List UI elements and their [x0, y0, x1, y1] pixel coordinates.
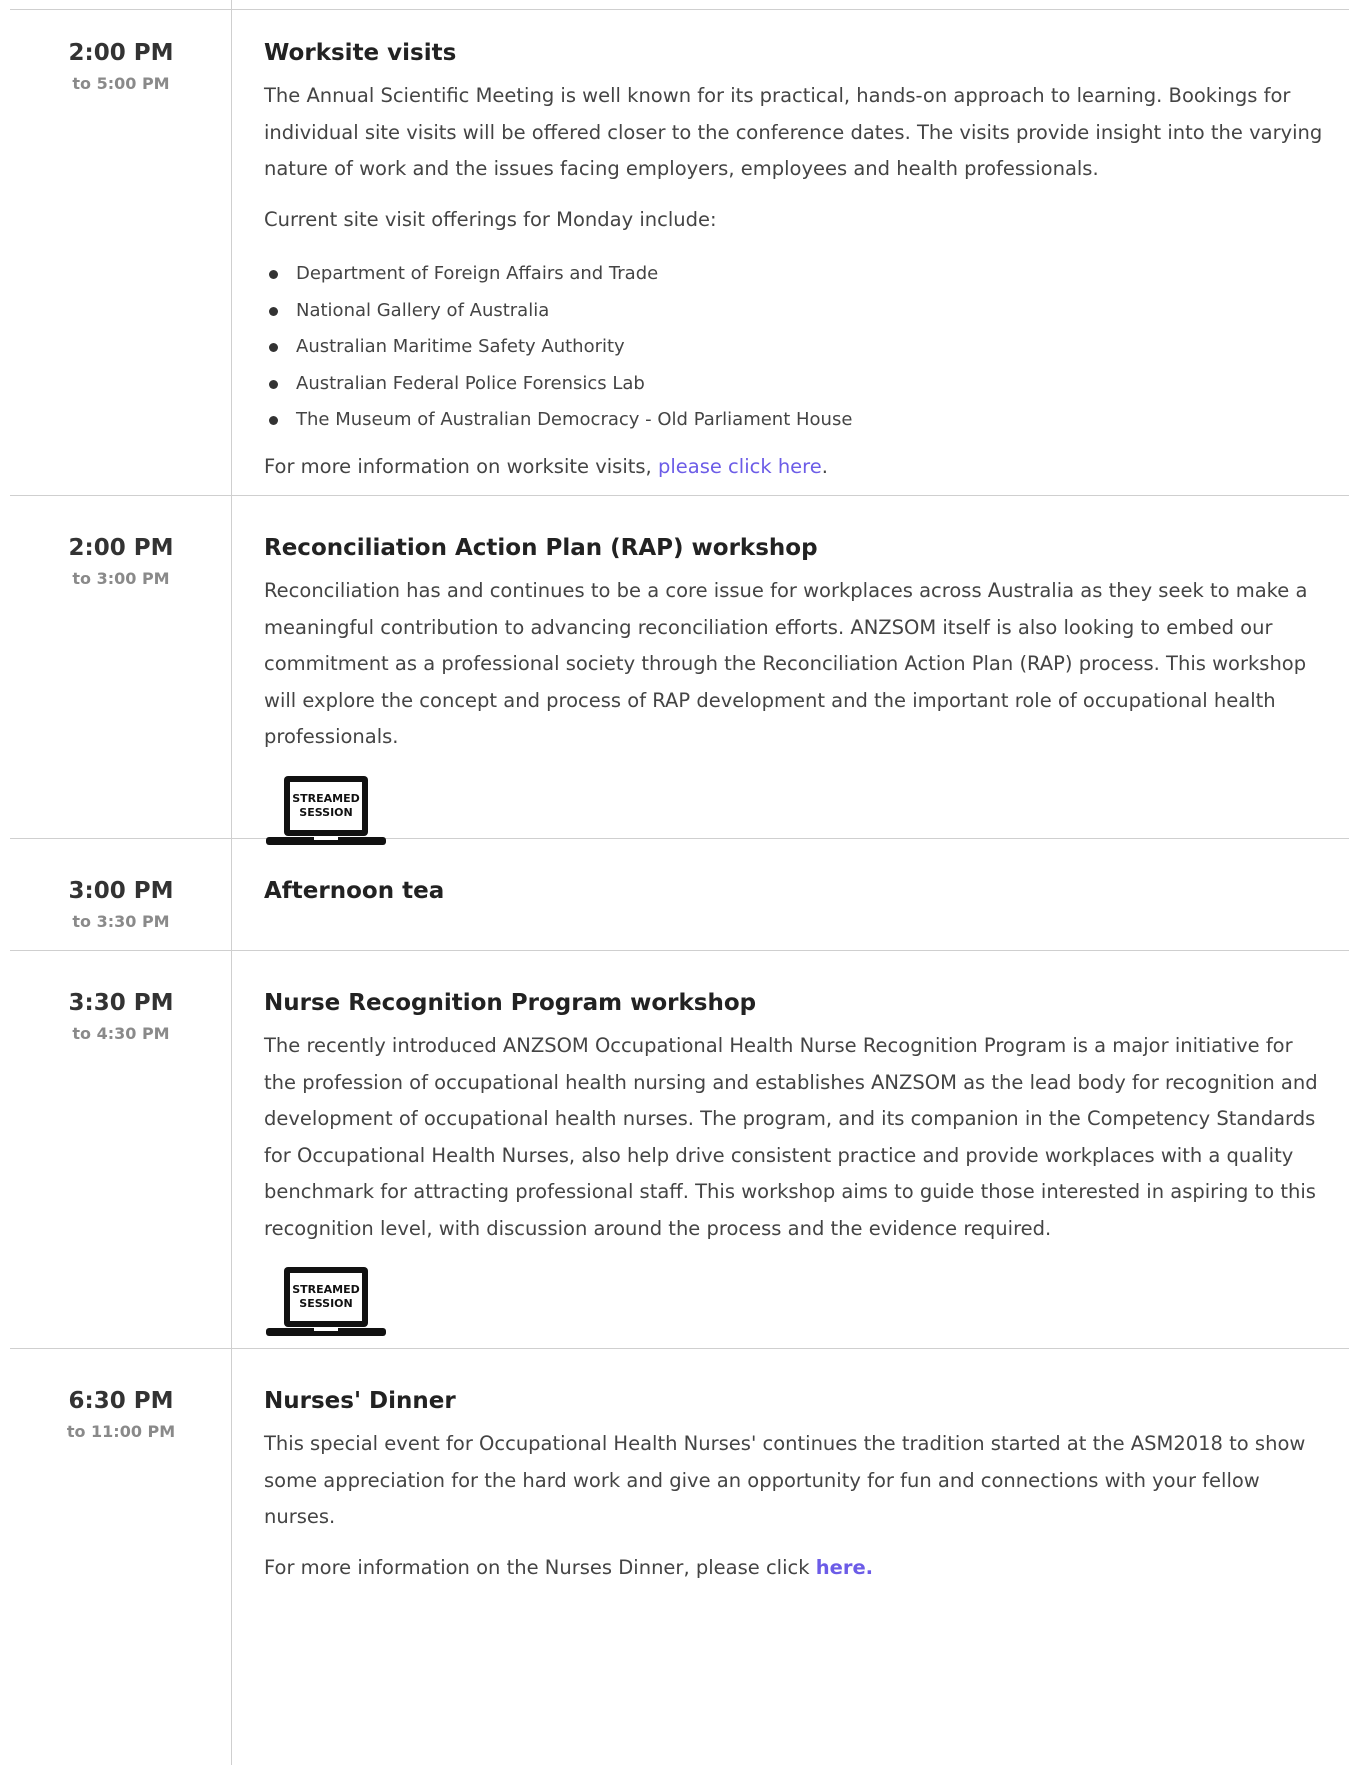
list-item: Australian Maritime Safety Authority	[269, 329, 1324, 366]
badge-line-2: SESSION	[299, 1297, 352, 1310]
session-start-time: 3:00 PM	[68, 878, 174, 904]
session-time: 6:30 PM to 11:00 PM	[10, 1386, 232, 1445]
session-end-time: to 11:00 PM	[66, 1422, 176, 1441]
more-info: For more information on the Nurses Dinne…	[264, 1550, 1324, 1587]
site-visit-list: Department of Foreign Affairs and Trade …	[264, 256, 1324, 439]
streamed-session-laptop-icon: STREAMED SESSION	[266, 1267, 386, 1336]
session-title: Worksite visits	[264, 40, 457, 66]
row-divider	[10, 1348, 1349, 1349]
session-title: Reconciliation Action Plan (RAP) worksho…	[264, 535, 818, 561]
session-start-time: 6:30 PM	[68, 1388, 174, 1414]
session-start-time: 3:30 PM	[68, 990, 174, 1016]
session-description: Reconciliation has and continues to be a…	[264, 579, 1308, 748]
streamed-session-laptop-icon: STREAMED SESSION	[266, 775, 386, 845]
session-title: Nurse Recognition Program workshop	[264, 990, 757, 1016]
badge-line-1: STREAMED	[292, 792, 360, 805]
row-divider	[10, 9, 1349, 10]
more-info-text: For more information on worksite visits,	[264, 454, 658, 478]
row-divider	[10, 495, 1349, 496]
session-content: Worksite visits The Annual Scientific Me…	[264, 38, 1324, 485]
session-time: 3:00 PM to 3:30 PM	[10, 876, 232, 935]
more-info-suffix: .	[821, 454, 828, 478]
offerings-intro: Current site visit offerings for Monday …	[264, 207, 717, 231]
session-description: The recently introduced ANZSOM Occupatio…	[264, 1034, 1318, 1240]
session-content: Nurses' Dinner This special event for Oc…	[264, 1386, 1324, 1586]
nurses-dinner-link[interactable]: here.	[816, 1556, 873, 1579]
list-item: National Gallery of Australia	[269, 293, 1324, 330]
session-start-time: 2:00 PM	[68, 535, 174, 561]
row-divider	[10, 950, 1349, 951]
schedule-table: 2:00 PM to 5:00 PM Worksite visits The A…	[10, 0, 1349, 1765]
list-item: The Museum of Australian Democracy - Old…	[269, 402, 1324, 439]
session-title: Nurses' Dinner	[264, 1388, 456, 1414]
session-time: 3:30 PM to 4:30 PM	[10, 988, 232, 1047]
list-item: Department of Foreign Affairs and Trade	[269, 256, 1324, 293]
worksite-visits-link[interactable]: please click here	[658, 455, 822, 478]
session-start-time: 2:00 PM	[68, 40, 174, 66]
list-item: Australian Federal Police Forensics Lab	[269, 366, 1324, 403]
session-content: Nurse Recognition Program workshop The r…	[264, 988, 1324, 1339]
session-content: Reconciliation Action Plan (RAP) worksho…	[264, 533, 1324, 848]
session-content: Afternoon tea	[264, 876, 1324, 906]
session-time: 2:00 PM to 5:00 PM	[10, 38, 232, 97]
badge-line-2: SESSION	[299, 806, 352, 819]
session-end-time: to 4:30 PM	[72, 1024, 170, 1043]
session-end-time: to 3:00 PM	[72, 569, 170, 588]
session-title: Afternoon tea	[264, 878, 445, 904]
session-description: The Annual Scientific Meeting is well kn…	[264, 84, 1323, 180]
session-end-time: to 5:00 PM	[72, 74, 170, 93]
more-info: For more information on worksite visits,…	[264, 449, 1324, 486]
badge-line-1: STREAMED	[292, 1283, 360, 1296]
session-description: This special event for Occupational Heal…	[264, 1432, 1306, 1528]
session-time: 2:00 PM to 3:00 PM	[10, 533, 232, 592]
more-info-text: For more information on the Nurses Dinne…	[264, 1555, 816, 1579]
session-end-time: to 3:30 PM	[72, 912, 170, 931]
